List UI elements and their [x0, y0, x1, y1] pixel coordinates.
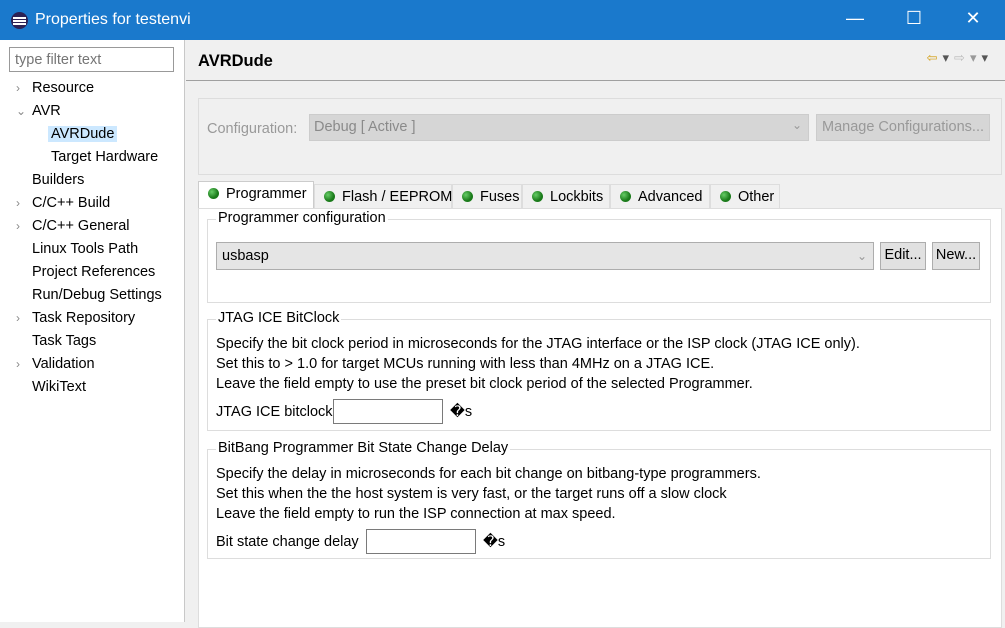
tab-label: Fuses — [480, 189, 520, 205]
tree-item-label: WikiText — [32, 379, 86, 395]
tree-item-resource[interactable]: › Resource — [16, 77, 95, 99]
tree-item-wikitext[interactable]: WikiText — [32, 376, 86, 398]
tree-item-run-debug-settings[interactable]: Run/Debug Settings — [32, 284, 162, 306]
tree-item-label: Builders — [32, 172, 85, 188]
tab-label: Advanced — [638, 189, 703, 205]
nav-toolbar: ⇦▾⇨▾▾ — [927, 50, 993, 66]
tree-item-c-c-general[interactable]: › C/C++ General — [16, 215, 130, 237]
chevron-right-icon[interactable]: › — [16, 307, 20, 329]
tree-item-label: Task Tags — [32, 333, 97, 349]
tree-item-task-repository[interactable]: › Task Repository — [16, 307, 136, 329]
tree-item-label: AVR — [32, 103, 61, 119]
group-legend: Programmer configuration — [216, 210, 388, 226]
tree-item-validation[interactable]: › Validation — [16, 353, 95, 375]
chevron-right-icon[interactable]: › — [16, 77, 20, 99]
jtag-bitclock-input[interactable] — [333, 399, 443, 424]
programmer-config-group: Programmer configuration usbasp ⌄ Edit...… — [207, 210, 991, 303]
tab-label: Flash / EEPROM — [342, 189, 453, 205]
page-title: AVRDude — [198, 52, 273, 70]
unit-label: �s — [483, 534, 506, 550]
tab-label: Lockbits — [550, 189, 604, 205]
tab-content: Programmer configuration usbasp ⌄ Edit...… — [198, 208, 1002, 628]
tree-item-project-references[interactable]: Project References — [32, 261, 155, 283]
bit-state-delay-input[interactable] — [366, 529, 476, 554]
maximize-button[interactable]: ☐ — [899, 8, 929, 29]
status-ok-icon — [532, 191, 543, 202]
tree-item-c-c-build[interactable]: › C/C++ Build — [16, 192, 111, 214]
window-title: Properties for testenvi — [35, 11, 191, 28]
configuration-group: Configuration: Debug [ Active ] ⌄ Manage … — [198, 98, 1002, 175]
sidebar: › Resource ⌄ AVR AVRDude Target Hardware Build… — [0, 40, 185, 622]
tree-item-avr[interactable]: ⌄ AVR — [16, 100, 61, 122]
configuration-value: Debug [ Active ] — [314, 119, 416, 135]
tree-item-label: Task Repository — [32, 310, 136, 326]
tree-item-label: Resource — [32, 80, 95, 96]
bitbang-delay-group: BitBang Programmer Bit State Change Dela… — [207, 440, 991, 559]
description-line: Set this when the the host system is ver… — [216, 486, 727, 502]
edit-button[interactable]: Edit... — [880, 242, 926, 270]
tab-fuses[interactable]: Fuses — [452, 184, 522, 209]
tree-item-label: Linux Tools Path — [32, 241, 139, 257]
programmer-value: usbasp — [222, 248, 269, 264]
filter-input[interactable] — [9, 47, 174, 72]
configuration-select: Debug [ Active ] ⌄ — [309, 114, 809, 141]
field-label: JTAG ICE bitclock — [216, 404, 333, 420]
tree-item-label: Validation — [32, 356, 95, 372]
tree-item-label: C/C++ General — [32, 218, 130, 234]
tree-item-task-tags[interactable]: Task Tags — [32, 330, 96, 352]
description-line: Specify the delay in microseconds for ea… — [216, 466, 761, 482]
header-divider — [186, 80, 1005, 81]
chevron-right-icon[interactable]: › — [16, 215, 20, 237]
main-panel: AVRDude ⇦▾⇨▾▾ Configuration: Debug [ Act… — [186, 40, 1005, 628]
tree-item-label: Target Hardware — [51, 149, 159, 165]
tree-item-target-hardware[interactable]: Target Hardware — [51, 146, 158, 168]
tree-item-avrdude[interactable]: AVRDude — [48, 123, 118, 145]
status-ok-icon — [620, 191, 631, 202]
tree-item-label: Run/Debug Settings — [32, 287, 162, 303]
chevron-down-icon: ⌄ — [791, 118, 802, 132]
jtag-bitclock-group: JTAG ICE BitClock Specify the bit clock … — [207, 310, 991, 431]
unit-label: �s — [450, 404, 473, 420]
programmer-select[interactable]: usbasp ⌄ — [216, 242, 874, 270]
eclipse-logo-icon — [11, 12, 28, 29]
tree-item-linux-tools-path[interactable]: Linux Tools Path — [32, 238, 138, 260]
description-line: Specify the bit clock period in microsec… — [216, 336, 860, 352]
forward-arrow-icon[interactable]: ⇨ — [954, 50, 970, 65]
view-menu-icon[interactable]: ▾ — [981, 50, 993, 65]
chevron-down-icon[interactable]: ⌄ — [16, 100, 26, 122]
tab-label: Other — [738, 189, 775, 205]
description-line: Set this to > 1.0 for target MCUs runnin… — [216, 356, 715, 372]
status-ok-icon — [462, 191, 473, 202]
tab-advanced[interactable]: Advanced — [610, 184, 710, 209]
title-bar: Properties for testenvi — ☐ ✕ — [0, 0, 1005, 40]
tree-item-label: AVRDude — [48, 126, 118, 142]
tab-programmer[interactable]: Programmer — [198, 181, 314, 209]
back-menu-icon[interactable]: ▾ — [943, 50, 955, 65]
new-button[interactable]: New... — [932, 242, 980, 270]
field-label: Bit state change delay — [216, 534, 359, 550]
tree-item-label: Project References — [32, 264, 156, 280]
group-legend: BitBang Programmer Bit State Change Dela… — [216, 440, 511, 456]
status-ok-icon — [208, 188, 219, 199]
description-line: Leave the field empty to run the ISP con… — [216, 506, 616, 522]
chevron-right-icon[interactable]: › — [16, 353, 20, 375]
tree-item-label: C/C++ Build — [32, 195, 111, 211]
forward-menu-icon[interactable]: ▾ — [970, 50, 982, 65]
status-ok-icon — [324, 191, 335, 202]
chevron-down-icon: ⌄ — [856, 249, 867, 263]
status-ok-icon — [720, 191, 731, 202]
description-line: Leave the field empty to use the preset … — [216, 376, 753, 392]
tab-flash-eeprom[interactable]: Flash / EEPROM — [314, 184, 452, 209]
tab-lockbits[interactable]: Lockbits — [522, 184, 610, 209]
close-button[interactable]: ✕ — [958, 8, 988, 29]
tab-other[interactable]: Other — [710, 184, 780, 209]
minimize-button[interactable]: — — [840, 8, 870, 29]
tab-label: Programmer — [226, 186, 307, 202]
tree-item-builders[interactable]: Builders — [32, 169, 84, 191]
back-arrow-icon[interactable]: ⇦ — [927, 50, 943, 65]
chevron-right-icon[interactable]: › — [16, 192, 20, 214]
manage-configurations-button: Manage Configurations... — [816, 114, 990, 141]
configuration-label: Configuration: — [207, 121, 298, 137]
group-legend: JTAG ICE BitClock — [216, 310, 342, 326]
